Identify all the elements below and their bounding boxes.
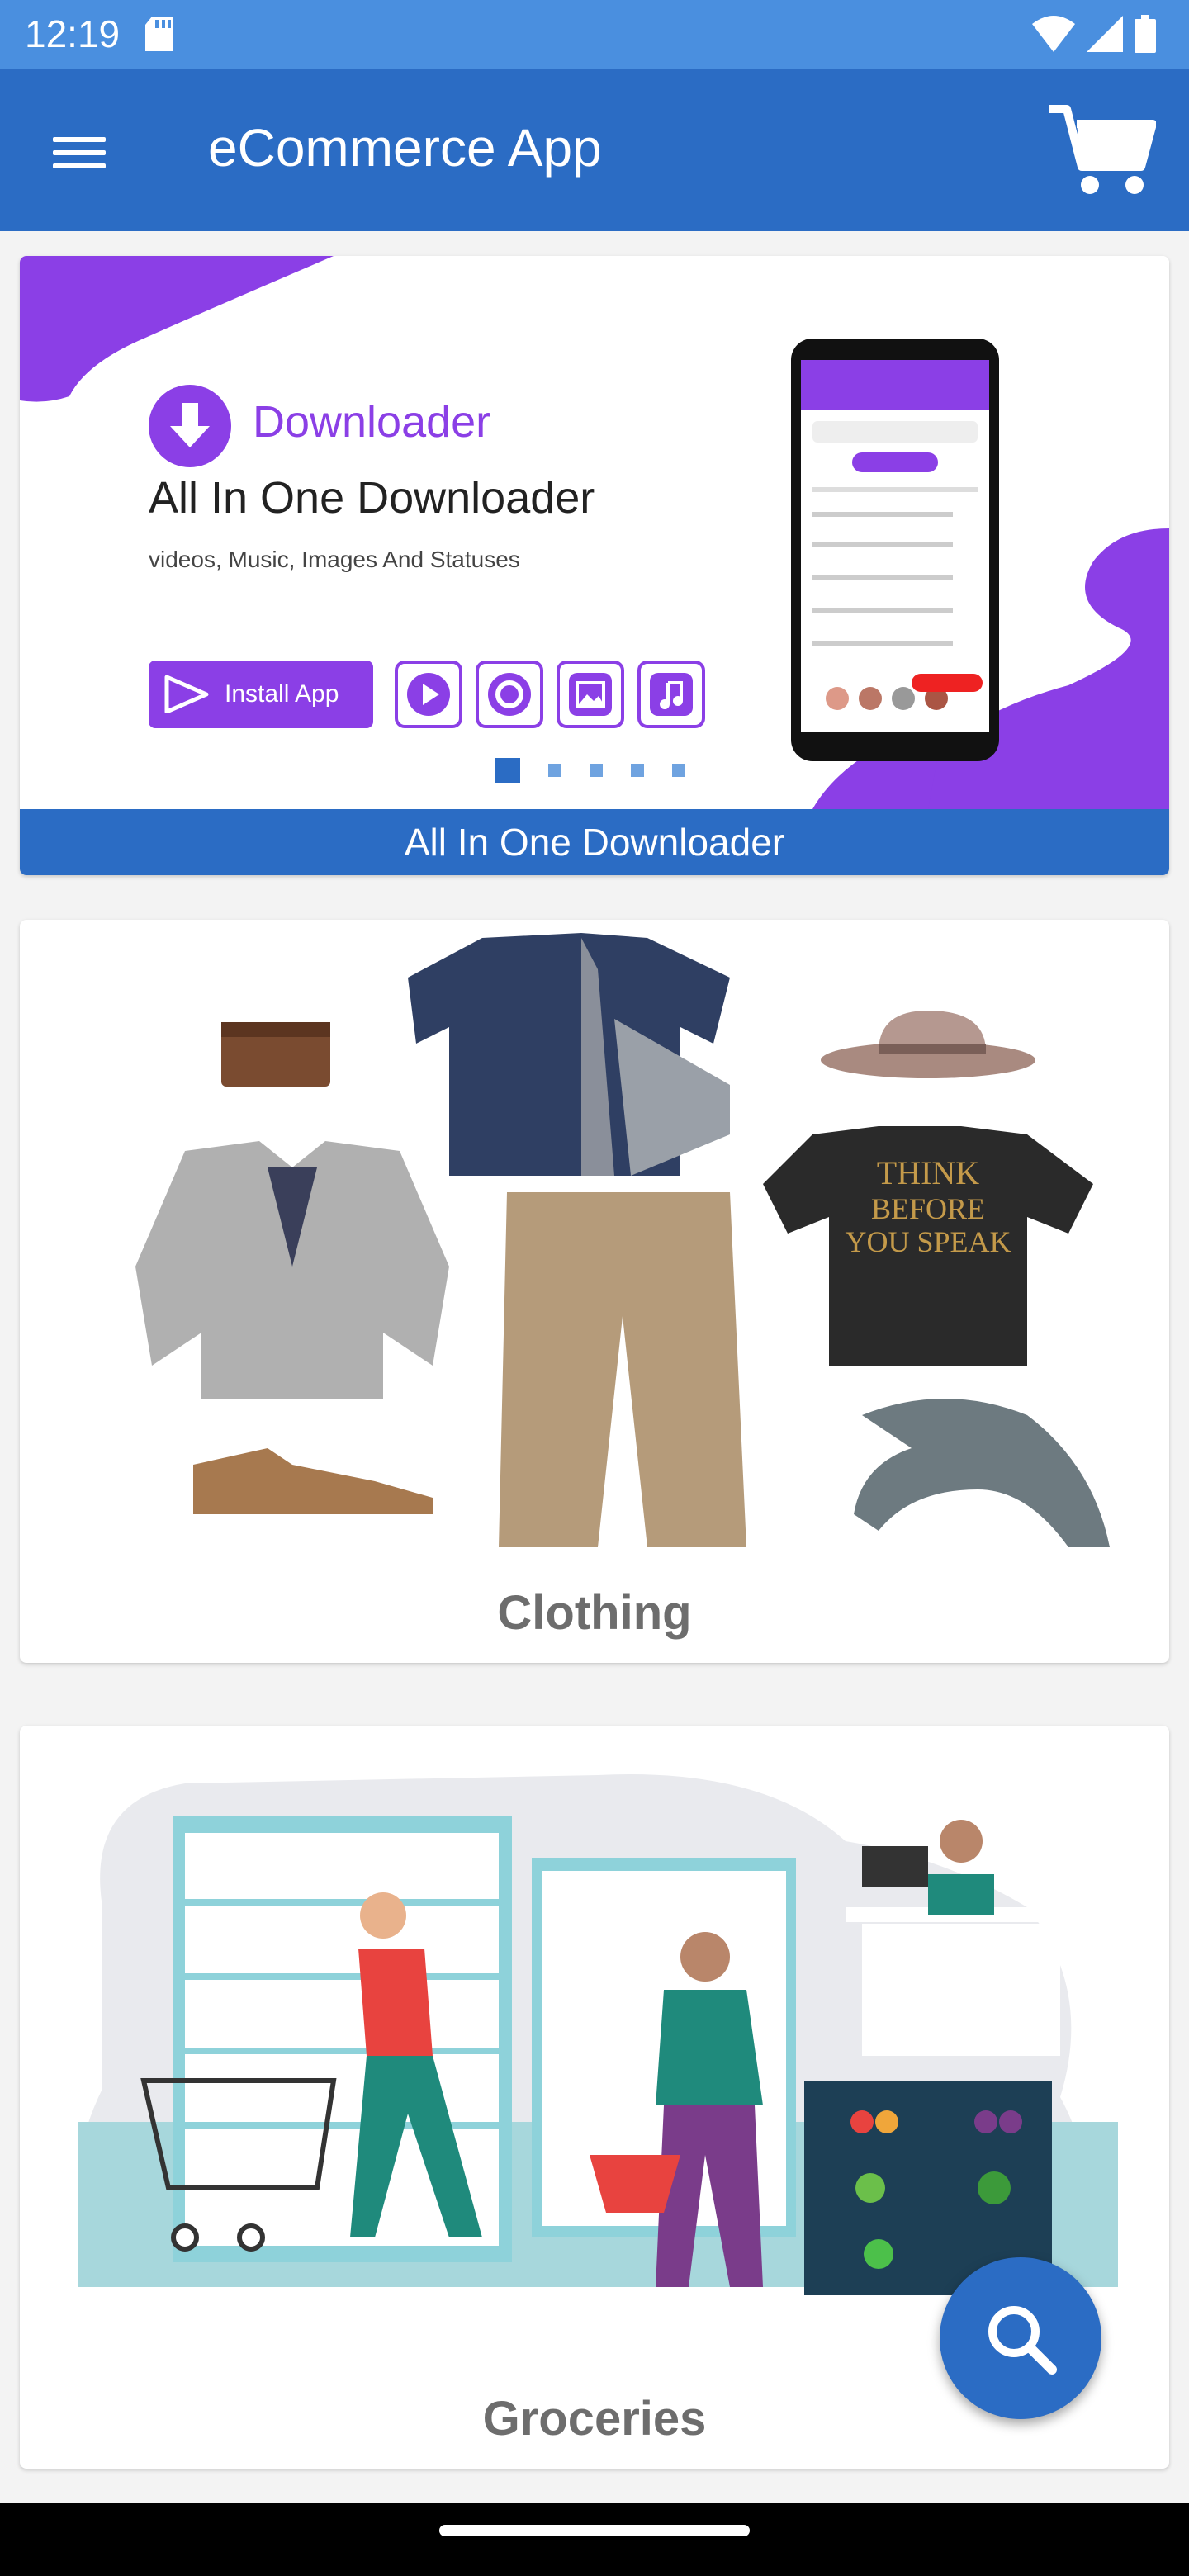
phone-mockup-image — [791, 339, 999, 761]
banner-card[interactable]: Downloader All In One Downloader videos,… — [20, 256, 1169, 875]
banner-page-dot[interactable] — [672, 764, 685, 777]
image-feature-icon — [557, 661, 624, 728]
search-fab-button[interactable] — [940, 2257, 1101, 2419]
status-indicators — [1032, 15, 1156, 53]
battery-icon — [1135, 15, 1156, 53]
hamburger-menu-icon[interactable] — [46, 129, 112, 178]
install-app-button[interactable]: Install App — [149, 661, 373, 728]
video-feature-icon — [395, 661, 462, 728]
sd-card-icon — [145, 17, 173, 51]
app-bar: eCommerce App — [0, 69, 1189, 231]
downloader-logo-icon — [149, 385, 231, 467]
wifi-icon — [1032, 16, 1075, 52]
banner-image: Downloader All In One Downloader videos,… — [20, 256, 1169, 809]
banner-page-dot[interactable] — [495, 758, 520, 783]
banner-page-dot[interactable] — [548, 764, 561, 777]
signal-icon — [1087, 16, 1123, 52]
banner-caption: All In One Downloader — [20, 809, 1169, 875]
status-feature-icon — [476, 661, 543, 728]
search-icon — [988, 2306, 1057, 2375]
status-time: 12:19 — [25, 12, 121, 55]
status-bar: 12:19 — [0, 0, 1189, 69]
svg-text:BEFORE: BEFORE — [871, 1192, 985, 1225]
shopping-cart-icon[interactable] — [1049, 102, 1156, 198]
music-feature-icon — [637, 661, 705, 728]
downloader-app-name: Downloader — [253, 397, 491, 447]
banner-page-dot[interactable] — [631, 764, 644, 777]
category-label-clothing: Clothing — [497, 1586, 692, 1640]
category-card-clothing[interactable]: THINK BEFORE YOU SPEAK Clothing — [20, 920, 1169, 1663]
banner-page-indicator — [495, 758, 685, 783]
svg-text:THINK: THINK — [877, 1154, 980, 1191]
banner-page-dot[interactable] — [590, 764, 603, 777]
app-title: eCommerce App — [208, 118, 602, 178]
system-navigation-bar — [0, 2503, 1189, 2576]
home-gesture-handle[interactable] — [439, 2525, 750, 2536]
play-store-icon — [164, 675, 209, 713]
downloader-headline: All In One Downloader — [149, 473, 595, 523]
svg-text:YOU SPEAK: YOU SPEAK — [845, 1225, 1011, 1258]
clothing-image: THINK BEFORE YOU SPEAK — [135, 933, 1110, 1547]
downloader-subline: videos, Music, Images And Statuses — [149, 547, 520, 572]
install-app-label: Install App — [225, 680, 339, 708]
